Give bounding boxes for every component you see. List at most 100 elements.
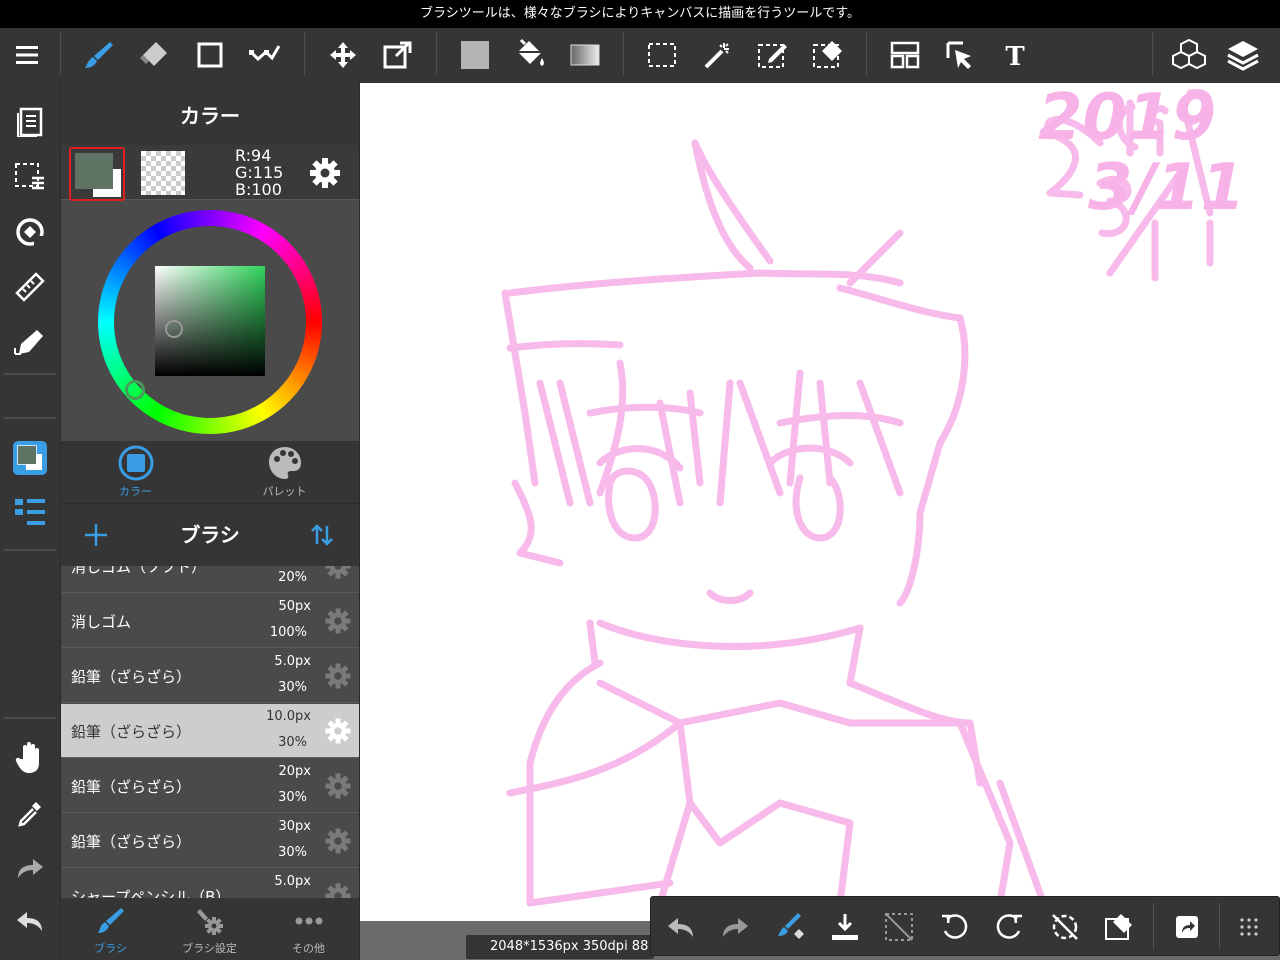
bucket-tool-icon[interactable] xyxy=(507,32,553,78)
brush-row[interactable]: 鉛筆（ざらざら） 20px 30% xyxy=(61,759,359,813)
rail-divider xyxy=(4,717,56,719)
brush-row[interactable]: 鉛筆（ざらざら） 10.0px 30% xyxy=(61,704,359,758)
brush-panel-header: ブラシ xyxy=(61,504,359,566)
vector-tool-icon[interactable] xyxy=(242,32,288,78)
tab-color-label: カラー xyxy=(119,485,152,498)
sort-brush-icon[interactable] xyxy=(305,518,339,552)
fill-color-icon[interactable] xyxy=(452,32,498,78)
tab-color[interactable]: カラー xyxy=(61,441,210,503)
brush-row[interactable]: 消しゴム（ソフト） 20% xyxy=(61,566,359,593)
main-color-swatch[interactable] xyxy=(69,147,125,201)
rotate-canvas-icon[interactable] xyxy=(7,209,53,255)
brush-opacity: 30% xyxy=(278,845,307,860)
rail-divider xyxy=(4,417,56,419)
clear-layer-icon[interactable] xyxy=(1097,905,1141,949)
tab-more[interactable]: その他 xyxy=(259,898,358,960)
color-settings-gear-icon[interactable] xyxy=(307,155,343,191)
brush-row[interactable]: 消しゴム 50px 100% xyxy=(61,594,359,648)
brush-list: 消しゴム（ソフト） 20% 消しゴム 50px 100% 鉛筆（ざらざら） 5.0px 30%… xyxy=(61,566,359,898)
add-brush-icon[interactable] xyxy=(79,518,113,552)
deselect-icon[interactable] xyxy=(877,905,921,949)
select-menu-icon[interactable] xyxy=(7,154,53,200)
brush-settings-gear-icon[interactable] xyxy=(323,771,353,801)
brush-settings-gear-icon[interactable] xyxy=(323,606,353,636)
bottom-undo-icon[interactable] xyxy=(659,905,703,949)
sv-cursor[interactable] xyxy=(165,320,183,338)
brush-opacity: 30% xyxy=(278,680,307,695)
more-icon xyxy=(295,917,323,925)
toolbar-divider xyxy=(304,32,305,76)
select-pen-icon[interactable] xyxy=(750,32,796,78)
color-panel-title: カラー xyxy=(61,83,359,145)
transform-tool-icon[interactable] xyxy=(375,32,421,78)
brush-row[interactable]: 鉛筆（ざらざら） 30px 30% xyxy=(61,814,359,868)
eyedropper-icon[interactable] xyxy=(7,790,53,836)
magic-wand-icon[interactable] xyxy=(695,32,741,78)
brush-name: シャープペンシル（B） xyxy=(71,888,231,898)
brush-settings-icon xyxy=(197,909,223,935)
brush-opacity: 30% xyxy=(278,735,307,750)
hand-tool-icon[interactable] xyxy=(7,735,53,781)
color-swatch-row: R:94 G:115 B:100 xyxy=(61,145,359,201)
color-panel-toggle-icon[interactable] xyxy=(7,435,53,481)
rectangle-tool-icon[interactable] xyxy=(187,32,233,78)
3d-material-icon[interactable] xyxy=(1166,32,1212,78)
brush-bottom-tabs: ブラシ ブラシ設定 その他 xyxy=(61,898,359,960)
ruler-icon[interactable] xyxy=(7,264,53,310)
rotate-left-icon[interactable] xyxy=(933,905,977,949)
brush-name: 鉛筆（ざらざら） xyxy=(71,778,192,796)
brush-row[interactable]: 鉛筆（ざらざら） 5.0px 30% xyxy=(61,649,359,703)
tab-palette[interactable]: パレット xyxy=(210,441,359,503)
bottom-divider xyxy=(1219,903,1220,949)
move-tool-icon[interactable] xyxy=(320,32,366,78)
brush-settings-gear-icon[interactable] xyxy=(323,881,353,898)
bottom-redo-icon[interactable] xyxy=(713,905,757,949)
brush-settings-gear-icon[interactable] xyxy=(323,661,353,691)
transparent-swatch[interactable] xyxy=(141,151,185,195)
brush-opacity: 100% xyxy=(269,625,307,640)
brush-size: 10.0px xyxy=(266,709,311,724)
document-icon[interactable] xyxy=(7,99,53,145)
brush-name: 消しゴム（ソフト） xyxy=(71,566,207,576)
brush-settings-gear-icon[interactable] xyxy=(323,716,353,746)
brush-size: 50px xyxy=(278,599,312,614)
hue-cursor[interactable] xyxy=(125,380,145,400)
brush-tool-icon[interactable] xyxy=(76,32,122,78)
layers-icon[interactable] xyxy=(1220,32,1266,78)
menu-icon[interactable] xyxy=(5,32,51,78)
reset-rotation-icon[interactable] xyxy=(1043,905,1087,949)
brush-size: 20px xyxy=(278,764,312,779)
main-color-fill xyxy=(75,153,113,189)
brush-size: 5.0px xyxy=(274,874,311,889)
bottom-divider xyxy=(1153,903,1154,949)
brush-row[interactable]: シャープペンシル（B） 5.0px xyxy=(61,869,359,898)
brush-settings-gear-icon[interactable] xyxy=(323,566,353,581)
operation-tool-icon[interactable] xyxy=(937,32,983,78)
import-icon[interactable] xyxy=(823,905,867,949)
gradient-tool-icon[interactable] xyxy=(562,32,608,78)
redo-icon[interactable] xyxy=(7,845,53,891)
brush-list-toggle-icon[interactable] xyxy=(7,489,53,535)
drawing-canvas[interactable]: 2019 3/11 xyxy=(360,83,1280,921)
tab-brush-settings[interactable]: ブラシ設定 xyxy=(160,898,259,960)
brush-eraser-toggle-icon[interactable] xyxy=(767,905,811,949)
select-eraser-icon[interactable] xyxy=(805,32,851,78)
app-root: ブラシツールは、様々なブラシによりキャンバスに描画を行うツールです。 T カラー… xyxy=(0,0,1280,960)
brush-settings-gear-icon[interactable] xyxy=(323,826,353,856)
brush-name: 鉛筆（ざらざら） xyxy=(71,723,192,741)
brush-size: 5.0px xyxy=(274,654,311,669)
rail-divider xyxy=(4,373,56,375)
select-rect-icon[interactable] xyxy=(639,32,685,78)
rotate-right-icon[interactable] xyxy=(987,905,1031,949)
tab-brush[interactable]: ブラシ xyxy=(61,898,160,960)
text-tool-icon[interactable]: T xyxy=(992,32,1038,78)
frame-divide-icon[interactable] xyxy=(882,32,928,78)
share-icon[interactable] xyxy=(1165,905,1209,949)
eraser-tool-icon[interactable] xyxy=(131,32,177,78)
toolbar-divider xyxy=(436,32,437,76)
color-panel: カラー R:94 G:115 B:100 カラー パレット xyxy=(61,83,359,503)
sketch-date: 2019 3/11 xyxy=(1038,83,1278,283)
grid-menu-icon[interactable] xyxy=(1227,905,1271,949)
undo-icon[interactable] xyxy=(7,898,53,944)
snap-pen-icon[interactable] xyxy=(7,319,53,365)
